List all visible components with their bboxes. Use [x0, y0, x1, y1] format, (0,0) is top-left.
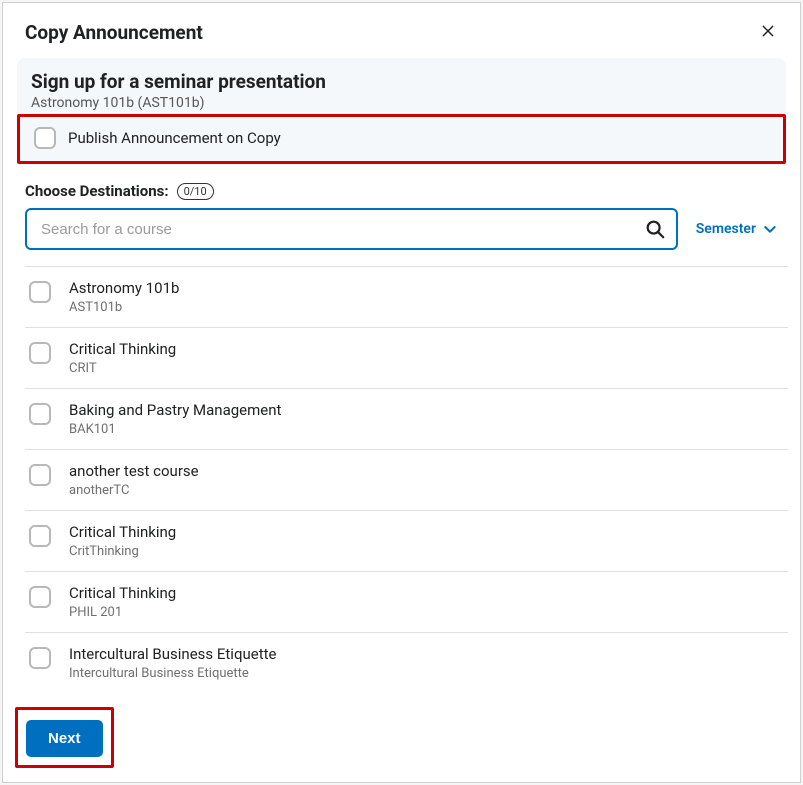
semester-filter-button[interactable]: Semester — [696, 221, 778, 237]
course-name: Baking and Pastry Management — [69, 401, 281, 419]
course-name: another test course — [69, 462, 199, 480]
course-item: Baking and Pastry Management BAK101 — [25, 388, 788, 449]
choose-destinations-row: Choose Destinations: 0/10 — [25, 182, 778, 200]
choose-destinations-label: Choose Destinations: — [25, 182, 169, 200]
search-input[interactable] — [41, 221, 644, 238]
course-name: Critical Thinking — [69, 523, 176, 541]
course-text: Astronomy 101b AST101b — [69, 279, 179, 315]
course-checkbox[interactable] — [29, 281, 51, 303]
chevron-down-icon — [762, 221, 778, 237]
course-code: BAK101 — [69, 422, 281, 437]
course-checkbox[interactable] — [29, 647, 51, 669]
copy-announcement-dialog: Copy Announcement Sign up for a seminar … — [2, 2, 801, 783]
publish-on-copy-row: Publish Announcement on Copy — [17, 114, 786, 164]
course-item: another test course anotherTC — [25, 449, 788, 510]
course-text: another test course anotherTC — [69, 462, 199, 498]
next-button-highlight: Next — [15, 707, 114, 768]
course-item: Critical Thinking CRIT — [25, 327, 788, 388]
course-name: Intercultural Business Etiquette — [69, 645, 276, 663]
course-text: Intercultural Business Etiquette Intercul… — [69, 645, 276, 681]
course-list[interactable]: Astronomy 101b AST101b Critical Thinking CR… — [25, 262, 796, 707]
course-text: Baking and Pastry Management BAK101 — [69, 401, 281, 437]
course-name: Astronomy 101b — [69, 279, 179, 297]
course-text: Critical Thinking CRIT — [69, 340, 176, 376]
course-checkbox[interactable] — [29, 403, 51, 425]
dialog-header: Copy Announcement — [3, 3, 800, 44]
destinations-count-badge: 0/10 — [177, 183, 214, 200]
dialog-footer: Next — [3, 707, 800, 782]
course-code: PHIL 201 — [69, 605, 176, 620]
course-text: Critical Thinking PHIL 201 — [69, 584, 176, 620]
course-code: Intercultural Business Etiquette — [69, 666, 276, 681]
course-name: Critical Thinking — [69, 584, 176, 602]
search-row: Semester — [25, 208, 778, 250]
course-item: Astronomy 101b AST101b — [25, 266, 788, 327]
announcement-title: Sign up for a seminar presentation — [31, 70, 772, 93]
announcement-info-panel: Sign up for a seminar presentation Astro… — [17, 58, 786, 164]
next-button[interactable]: Next — [26, 720, 103, 757]
course-item: Critical Thinking CritThinking — [25, 510, 788, 571]
course-name: Critical Thinking — [69, 340, 176, 358]
close-button[interactable] — [756, 19, 780, 43]
course-code: CRIT — [69, 361, 176, 376]
course-text: Critical Thinking CritThinking — [69, 523, 176, 559]
semester-filter-label: Semester — [696, 221, 756, 237]
course-item: Critical Thinking PHIL 201 — [25, 571, 788, 632]
course-code: anotherTC — [69, 483, 199, 498]
course-checkbox[interactable] — [29, 586, 51, 608]
course-item: Intercultural Business Etiquette Intercul… — [25, 632, 788, 693]
close-icon — [760, 23, 776, 39]
search-icon — [644, 218, 666, 240]
publish-on-copy-checkbox[interactable] — [34, 127, 56, 149]
publish-on-copy-label: Publish Announcement on Copy — [68, 129, 281, 147]
course-checkbox[interactable] — [29, 525, 51, 547]
search-box[interactable] — [25, 208, 678, 250]
course-checkbox[interactable] — [29, 342, 51, 364]
course-code: AST101b — [69, 300, 179, 315]
dialog-title: Copy Announcement — [25, 21, 778, 44]
course-checkbox[interactable] — [29, 464, 51, 486]
course-code: CritThinking — [69, 544, 176, 559]
announcement-subtitle: Astronomy 101b (AST101b) — [31, 95, 772, 111]
